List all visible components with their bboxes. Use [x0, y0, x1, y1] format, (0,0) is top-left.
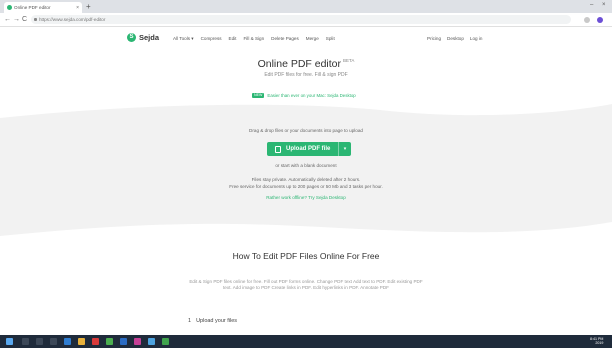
system-clock[interactable]: 8:41 PM 2019: [590, 337, 603, 346]
url-text: https://www.sejda.com/pdf-editor: [39, 17, 106, 22]
lock-icon: [34, 18, 37, 21]
favicon-icon: [7, 5, 12, 10]
offline-desktop-link[interactable]: Rather work offline? Try Sejda Desktop: [0, 195, 612, 200]
os-taskbar: 8:41 PM 2019: [0, 335, 612, 348]
dropzone-background: [0, 104, 612, 236]
browser-toolbar: ← → C https://www.sejda.com/pdf-editor: [0, 13, 612, 27]
edge-icon[interactable]: [64, 338, 71, 345]
promo-text: Easier than ever on your Mac: Sejda Desk…: [267, 93, 356, 98]
nav-compress[interactable]: Compress: [201, 36, 222, 42]
step-number: 1: [188, 318, 192, 324]
usage-limits-note: Free service for documents up to 200 pag…: [229, 184, 383, 189]
extension-icon[interactable]: [584, 17, 590, 23]
new-tab-button[interactable]: +: [86, 2, 91, 11]
mail-icon[interactable]: [148, 338, 155, 345]
forward-icon[interactable]: →: [13, 15, 20, 24]
back-icon[interactable]: ←: [4, 15, 11, 24]
close-tab-icon[interactable]: ×: [76, 5, 79, 11]
site-header: S Sejda All Tools ▾ Compress Edit Fill &…: [0, 28, 612, 48]
task-view-icon[interactable]: [36, 338, 43, 345]
office-app-icon[interactable]: [92, 338, 99, 345]
reload-icon[interactable]: C: [22, 15, 27, 24]
nav-merge[interactable]: Merge: [306, 36, 319, 42]
logo-text: Sejda: [139, 33, 160, 42]
browser-tab[interactable]: Online PDF editor ×: [4, 2, 82, 13]
nav-edit[interactable]: Edit: [229, 36, 237, 42]
blank-document-link[interactable]: or start with a blank document: [0, 163, 612, 168]
file-icon: [275, 145, 281, 153]
desktop-promo[interactable]: NEW Easier than ever on your Mac: Sejda …: [252, 93, 356, 98]
logo-mark-icon: S: [127, 33, 136, 42]
browser-tab-bar: Online PDF editor × + – ×: [0, 0, 612, 13]
account-nav: Pricing Desktop Log in: [427, 36, 482, 41]
nav-all-tools[interactable]: All Tools ▾: [173, 36, 194, 42]
clock-date: 2019: [595, 341, 604, 346]
upload-label: Upload PDF file: [286, 146, 331, 152]
how-to-description: Edit & Sign PDF files online for free. F…: [189, 279, 423, 290]
profile-icon[interactable]: [597, 17, 603, 23]
chrome-icon[interactable]: [162, 338, 169, 345]
search-icon[interactable]: [22, 338, 29, 345]
media-app-icon[interactable]: [134, 338, 141, 345]
step-label: Upload your files: [196, 318, 238, 324]
site-logo[interactable]: S Sejda: [127, 33, 159, 42]
nav-desktop[interactable]: Desktop: [447, 36, 464, 41]
upload-pdf-button[interactable]: Upload PDF file ▾: [267, 142, 351, 156]
nav-login[interactable]: Log in: [470, 36, 483, 41]
nav-split[interactable]: Split: [326, 36, 335, 42]
how-to-title: How To Edit PDF Files Online For Free: [232, 251, 380, 261]
privacy-note: Files stay private. Automatically delete…: [251, 177, 361, 182]
excel-icon[interactable]: [106, 338, 113, 345]
word-icon[interactable]: [120, 338, 127, 345]
windows-start-icon[interactable]: [6, 338, 13, 345]
page-title: Online PDF editor BETA: [0, 58, 612, 70]
step-item: 1 Upload your files: [188, 318, 237, 324]
main-nav: All Tools ▾ Compress Edit Fill & Sign De…: [173, 36, 335, 42]
nav-delete-pages[interactable]: Delete Pages: [271, 36, 299, 42]
minimize-icon[interactable]: –: [590, 2, 593, 8]
upload-options-dropdown[interactable]: ▾: [339, 146, 351, 152]
nav-pricing[interactable]: Pricing: [427, 36, 441, 41]
promo-badge: NEW: [252, 93, 265, 98]
nav-fill-sign[interactable]: Fill & Sign: [243, 36, 264, 42]
window-close-icon[interactable]: ×: [602, 2, 606, 8]
page-subtitle: Edit PDF files for free. Fill & sign PDF: [264, 72, 348, 78]
file-explorer-icon[interactable]: [78, 338, 85, 345]
taskbar-app-icon[interactable]: [50, 338, 57, 345]
dropzone-instruction: Drag & drop files or your documents into…: [249, 128, 363, 133]
address-bar[interactable]: https://www.sejda.com/pdf-editor: [31, 15, 571, 24]
page-title-text: Online PDF editor: [257, 58, 342, 70]
tab-title: Online PDF editor: [14, 5, 51, 10]
beta-badge: BETA: [343, 58, 355, 63]
